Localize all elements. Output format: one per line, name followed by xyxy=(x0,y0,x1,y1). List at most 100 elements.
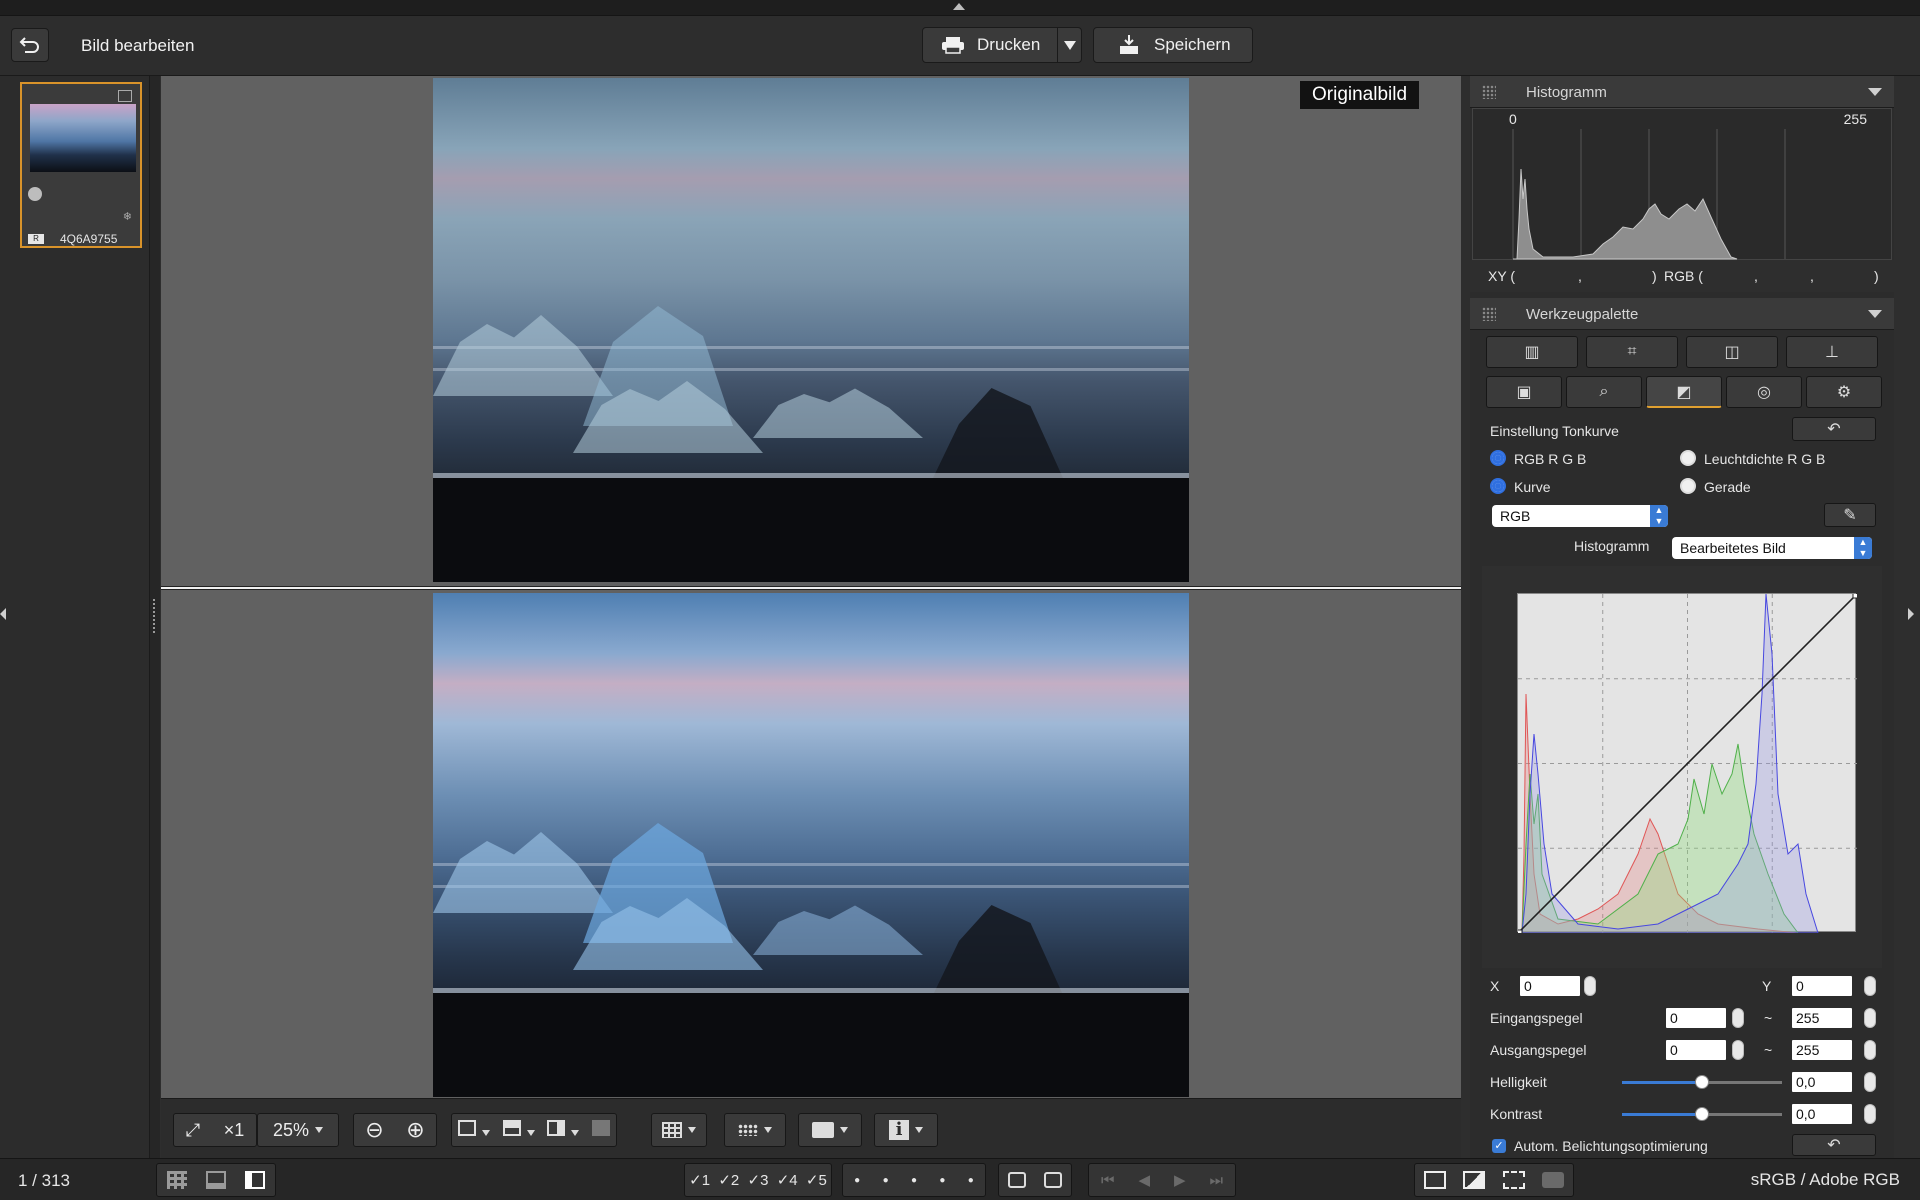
crop-tab[interactable]: ⌗ xyxy=(1586,336,1678,368)
next-image-icon[interactable]: ▶ xyxy=(1174,1171,1186,1189)
y-input[interactable]: 0 xyxy=(1792,976,1852,996)
auto-optimizer-checkbox[interactable]: ✓ xyxy=(1492,1139,1506,1153)
xy-close: ) xyxy=(1652,268,1657,284)
highlight-warning-button[interactable] xyxy=(798,1113,862,1147)
input-level-max[interactable]: 255 xyxy=(1792,1008,1852,1028)
tool-palette-header[interactable]: Werkzeugpalette xyxy=(1470,298,1894,330)
info-button[interactable]: i xyxy=(874,1113,938,1147)
linear-type-radio[interactable] xyxy=(1680,478,1696,494)
contrast-stepper[interactable] xyxy=(1864,1104,1876,1124)
drag-grip-icon[interactable] xyxy=(1482,307,1496,321)
save-button[interactable]: Speichern xyxy=(1093,27,1253,63)
drag-handle-icon[interactable] xyxy=(153,599,157,633)
first-image-icon[interactable]: ⏮ xyxy=(1101,1172,1115,1189)
rating-1-button[interactable]: ✓1 xyxy=(689,1171,710,1189)
eyedropper-button[interactable]: ✎ xyxy=(1824,503,1876,527)
drag-grip-icon[interactable] xyxy=(1482,85,1496,99)
reset-curve-button[interactable]: ↶ xyxy=(1792,417,1876,441)
rating-dot-icon[interactable]: ● xyxy=(911,1175,917,1186)
y-stepper[interactable] xyxy=(1864,976,1876,996)
tone-curve-icon: ◩ xyxy=(1676,383,1692,401)
back-button[interactable] xyxy=(11,28,49,62)
zoom-1x-button[interactable]: ×1 xyxy=(224,1120,245,1141)
histogram-display: 0 255 xyxy=(1472,108,1892,260)
filmstrip-layout-icon[interactable] xyxy=(205,1171,226,1189)
top-collapse-strip[interactable] xyxy=(0,0,1920,16)
focus-point-icon[interactable] xyxy=(1502,1171,1525,1189)
brightness-input[interactable]: 0,0 xyxy=(1792,1072,1852,1092)
output-level-max[interactable]: 255 xyxy=(1792,1040,1852,1060)
tone-curve-editor[interactable] xyxy=(1482,566,1882,968)
chevron-down-icon[interactable] xyxy=(1868,88,1882,96)
zoom-out-icon[interactable]: ⊖ xyxy=(365,1117,383,1143)
rating-dot-icon[interactable]: ● xyxy=(968,1175,974,1186)
x-input[interactable]: 0 xyxy=(1520,976,1580,996)
rotate-left-icon[interactable] xyxy=(1008,1172,1026,1188)
filmstrip-splitter[interactable] xyxy=(150,76,160,1158)
zoom-in-icon[interactable]: ⊕ xyxy=(406,1117,424,1143)
af-points-button[interactable] xyxy=(724,1113,786,1147)
settings-tab[interactable]: ⚙ xyxy=(1806,376,1882,408)
quick-check-icon[interactable] xyxy=(1423,1171,1446,1189)
rotate-right-icon[interactable] xyxy=(1044,1172,1062,1188)
print-dropdown-button[interactable] xyxy=(1057,28,1081,62)
single-view-icon[interactable] xyxy=(458,1119,491,1141)
compare-divider[interactable] xyxy=(161,586,1461,590)
detail-tab[interactable]: ⌕ xyxy=(1566,376,1642,408)
chevron-down-icon[interactable] xyxy=(1868,310,1882,318)
rating-3-button[interactable]: ✓3 xyxy=(748,1171,769,1189)
brightness-slider-knob[interactable] xyxy=(1695,1075,1709,1089)
rating-dot-icon[interactable]: ● xyxy=(854,1175,860,1186)
zoom-select[interactable]: 25% xyxy=(257,1113,339,1147)
thumbnail-grid-icon[interactable] xyxy=(166,1171,187,1189)
split-view-icon[interactable] xyxy=(502,1119,535,1141)
collapse-up-icon[interactable] xyxy=(953,3,965,10)
output-level-min[interactable]: 0 xyxy=(1666,1040,1726,1060)
input-level-min-stepper[interactable] xyxy=(1732,1008,1744,1028)
output-level-min-stepper[interactable] xyxy=(1732,1040,1744,1060)
brightness-stepper[interactable] xyxy=(1864,1072,1876,1092)
last-image-icon[interactable]: ⏭ xyxy=(1210,1172,1224,1189)
right-panel-toggle-icon[interactable] xyxy=(1908,608,1914,620)
curve-graph[interactable] xyxy=(1514,590,1861,938)
rating-2-button[interactable]: ✓2 xyxy=(718,1171,739,1189)
print-button[interactable]: Drucken xyxy=(922,27,1082,63)
mode-rgb-radio[interactable] xyxy=(1490,450,1506,466)
original-photo[interactable] xyxy=(433,78,1189,582)
histogram-panel-header[interactable]: Histogramm xyxy=(1470,76,1894,108)
basic-adjust-icon: ▣ xyxy=(1516,384,1532,401)
input-level-max-stepper[interactable] xyxy=(1864,1008,1876,1028)
grid-button[interactable] xyxy=(651,1113,707,1147)
previous-image-icon[interactable]: ◀ xyxy=(1138,1171,1150,1189)
dust-removal-tab[interactable]: ◫ xyxy=(1686,336,1778,368)
expand-icon[interactable] xyxy=(118,90,132,102)
side-by-side-icon[interactable] xyxy=(547,1119,580,1141)
reset-optimizer-button[interactable]: ↶ xyxy=(1792,1134,1876,1156)
image-edit-icon[interactable] xyxy=(1463,1171,1486,1189)
output-level-max-stepper[interactable] xyxy=(1864,1040,1876,1060)
edited-photo[interactable] xyxy=(433,593,1189,1097)
x-stepper[interactable] xyxy=(1584,976,1596,996)
input-level-min[interactable]: 0 xyxy=(1666,1008,1726,1028)
curve-type-radio[interactable] xyxy=(1490,478,1506,494)
mode-luminance-radio[interactable] xyxy=(1680,450,1696,466)
tone-curve-tab[interactable]: ◩ xyxy=(1646,376,1722,408)
histogram-source-select[interactable]: Bearbeitetes Bild ▲ ▼ xyxy=(1672,537,1872,559)
highlight-warning-icon xyxy=(812,1122,834,1138)
basic-adjust-tab[interactable]: ▣ xyxy=(1486,376,1562,408)
rating-dot-icon[interactable]: ● xyxy=(939,1175,945,1186)
lens-correction-tab[interactable]: ▥ xyxy=(1486,336,1578,368)
rating-4-button[interactable]: ✓4 xyxy=(777,1171,798,1189)
left-panel-toggle-icon[interactable] xyxy=(0,608,6,620)
stamp-tab[interactable]: ⊥ xyxy=(1786,336,1878,368)
contrast-input[interactable]: 0,0 xyxy=(1792,1104,1852,1124)
contrast-slider-knob[interactable] xyxy=(1695,1107,1709,1121)
camera-icon[interactable] xyxy=(1542,1172,1565,1188)
channel-select[interactable]: RGB ▲ ▼ xyxy=(1492,505,1668,527)
rating-5-button[interactable]: ✓5 xyxy=(806,1171,827,1189)
edit-layout-icon[interactable] xyxy=(245,1171,266,1189)
thumbnail-item[interactable]: ❄ R 4Q6A9755 xyxy=(20,82,142,248)
fit-to-screen-icon[interactable]: ⤢ xyxy=(186,1120,200,1141)
rating-dot-icon[interactable]: ● xyxy=(883,1175,889,1186)
color-tab[interactable]: ◎ xyxy=(1726,376,1802,408)
